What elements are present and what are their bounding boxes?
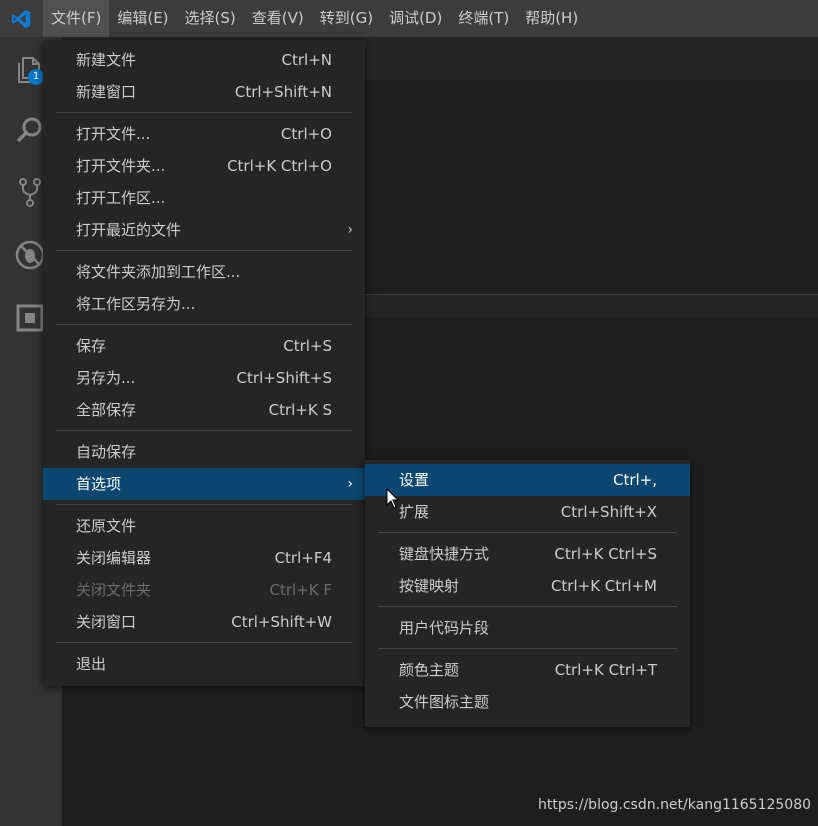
menu-terminal[interactable]: 终端(T) — [450, 0, 517, 37]
chevron-right-icon: › — [347, 222, 353, 238]
vscode-logo-icon[interactable] — [10, 8, 32, 30]
menu-bar: 文件(F) 编辑(E) 选择(S) 查看(V) 转到(G) 调试(D) 终端(T… — [43, 0, 586, 37]
shortcut-label: Ctrl+K Ctrl+S — [554, 545, 657, 563]
menu-item-save-workspace-as[interactable]: 将工作区另存为... — [43, 288, 365, 320]
shortcut-label: Ctrl+K Ctrl+M — [550, 577, 657, 595]
menu-item-save[interactable]: 保存 Ctrl+S — [43, 330, 365, 362]
chevron-right-icon: › — [347, 476, 353, 492]
menu-item-auto-save[interactable]: 自动保存 — [43, 436, 365, 468]
menu-debug[interactable]: 调试(D) — [381, 0, 450, 37]
title-bar: 文件(F) 编辑(E) 选择(S) 查看(V) 转到(G) 调试(D) 终端(T… — [0, 0, 818, 37]
menu-item-revert-file[interactable]: 还原文件 — [43, 510, 365, 542]
menu-item-close-editor[interactable]: 关闭编辑器 Ctrl+F4 — [43, 542, 365, 574]
menu-separator — [56, 430, 352, 431]
shortcut-label: Ctrl+, — [612, 471, 657, 489]
menu-item-keyboard-shortcuts[interactable]: 键盘快捷方式 Ctrl+K Ctrl+S — [365, 538, 690, 570]
menu-item-extensions[interactable]: 扩展 Ctrl+Shift+X — [365, 496, 690, 528]
shortcut-label: Ctrl+K Ctrl+T — [554, 661, 657, 679]
source-control-icon[interactable] — [13, 175, 47, 209]
menu-item-user-snippets[interactable]: 用户代码片段 — [365, 612, 690, 644]
extensions-icon[interactable] — [13, 301, 47, 335]
menu-item-settings[interactable]: 设置 Ctrl+, — [365, 464, 690, 496]
menu-item-save-as[interactable]: 另存为... Ctrl+Shift+S — [43, 362, 365, 394]
shortcut-label: Ctrl+F4 — [274, 549, 332, 567]
menu-item-new-window[interactable]: 新建窗口 Ctrl+Shift+N — [43, 76, 365, 108]
menu-item-save-all[interactable]: 全部保存 Ctrl+K S — [43, 394, 365, 426]
menu-item-open-workspace[interactable]: 打开工作区... — [43, 182, 365, 214]
shortcut-label: Ctrl+S — [283, 337, 332, 355]
menu-item-exit[interactable]: 退出 — [43, 648, 365, 680]
shortcut-label: Ctrl+Shift+W — [231, 613, 332, 631]
menu-separator — [56, 642, 352, 643]
menu-item-color-theme[interactable]: 颜色主题 Ctrl+K Ctrl+T — [365, 654, 690, 686]
menu-edit[interactable]: 编辑(E) — [109, 0, 176, 37]
menu-item-close-folder: 关闭文件夹 Ctrl+K F — [43, 574, 365, 606]
shortcut-label: Ctrl+K F — [269, 581, 333, 599]
menu-item-open-folder[interactable]: 打开文件夹... Ctrl+K Ctrl+O — [43, 150, 365, 182]
menu-item-preferences[interactable]: 首选项 › — [43, 468, 365, 500]
shortcut-label: Ctrl+K S — [268, 401, 332, 419]
shortcut-label: Ctrl+K Ctrl+O — [227, 157, 332, 175]
menu-item-open-recent[interactable]: 打开最近的文件 › — [43, 214, 365, 246]
menu-separator — [56, 112, 352, 113]
menu-view[interactable]: 查看(V) — [244, 0, 312, 37]
file-menu-dropdown: 新建文件 Ctrl+N 新建窗口 Ctrl+Shift+N 打开文件... Ctrl+… — [43, 40, 365, 686]
menu-item-open-file[interactable]: 打开文件... Ctrl+O — [43, 118, 365, 150]
shortcut-label: Ctrl+Shift+N — [234, 83, 332, 101]
menu-separator — [378, 532, 677, 533]
menu-item-new-file[interactable]: 新建文件 Ctrl+N — [43, 44, 365, 76]
menu-item-add-folder-to-workspace[interactable]: 将文件夹添加到工作区... — [43, 256, 365, 288]
shortcut-label: Ctrl+N — [281, 51, 332, 69]
search-icon[interactable] — [13, 113, 47, 147]
notification-badge: 1 — [28, 69, 44, 85]
menu-separator — [56, 504, 352, 505]
menu-item-file-icon-theme[interactable]: 文件图标主题 — [365, 686, 690, 718]
debug-icon[interactable] — [13, 238, 47, 272]
menu-separator — [378, 606, 677, 607]
menu-selection[interactable]: 选择(S) — [177, 0, 244, 37]
menu-separator — [56, 324, 352, 325]
menu-item-close-window[interactable]: 关闭窗口 Ctrl+Shift+W — [43, 606, 365, 638]
menu-separator — [378, 648, 677, 649]
mouse-cursor-icon — [386, 488, 400, 509]
shortcut-label: Ctrl+Shift+S — [236, 369, 332, 387]
menu-file[interactable]: 文件(F) — [43, 0, 110, 37]
menu-go[interactable]: 转到(G) — [312, 0, 381, 37]
watermark-text: https://blog.csdn.net/kang1165125080 — [538, 797, 812, 813]
preferences-submenu: 设置 Ctrl+, 扩展 Ctrl+Shift+X 键盘快捷方式 Ctrl+K Ctr… — [365, 460, 690, 727]
menu-help[interactable]: 帮助(H) — [517, 0, 586, 37]
menu-item-keymaps[interactable]: 按键映射 Ctrl+K Ctrl+M — [365, 570, 690, 602]
shortcut-label: Ctrl+Shift+X — [560, 503, 657, 521]
shortcut-label: Ctrl+O — [280, 125, 332, 143]
menu-separator — [56, 250, 352, 251]
